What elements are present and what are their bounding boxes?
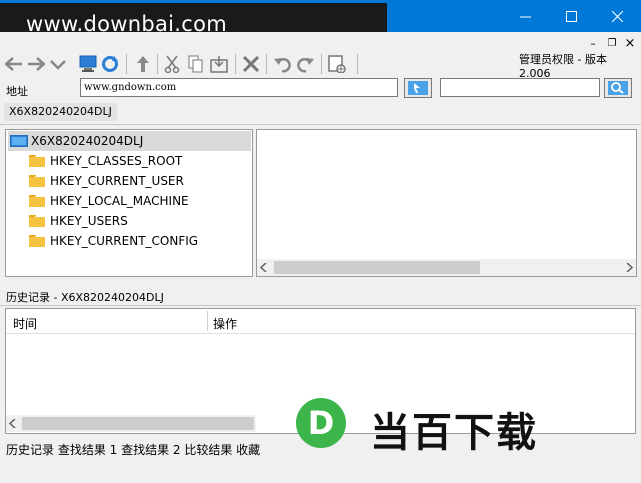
toolbar-separator bbox=[321, 54, 322, 74]
folder-icon bbox=[29, 235, 45, 247]
new-key-icon[interactable] bbox=[327, 54, 347, 74]
window-minimize-button[interactable] bbox=[502, 0, 548, 32]
dropdown-icon[interactable] bbox=[48, 54, 68, 74]
scroll-left-icon[interactable] bbox=[9, 419, 17, 428]
up-icon[interactable] bbox=[133, 54, 153, 74]
column-header-time[interactable]: 时间 bbox=[13, 315, 37, 332]
scroll-left-icon[interactable] bbox=[260, 263, 268, 272]
copy-icon[interactable] bbox=[186, 54, 206, 74]
window-maximize-button[interactable] bbox=[548, 0, 594, 32]
history-title: 历史记录 - X6X820240204DLJ bbox=[6, 291, 164, 304]
folder-icon bbox=[29, 195, 45, 207]
tree-item[interactable]: HKEY_CLASSES_ROOT bbox=[50, 154, 182, 168]
toolbar-separator bbox=[235, 54, 236, 74]
brand-d-icon: D bbox=[308, 404, 335, 442]
history-scrollbar-thumb[interactable] bbox=[22, 417, 254, 430]
breadcrumb[interactable]: X6X820240204DLJ bbox=[4, 103, 117, 121]
folder-icon bbox=[29, 215, 45, 227]
search-input[interactable] bbox=[440, 78, 600, 97]
toolbar-separator bbox=[126, 54, 127, 74]
admin-version-label: 管理员权限 - 版本 2.006 bbox=[519, 53, 607, 80]
tree-item[interactable]: HKEY_CURRENT_CONFIG bbox=[50, 234, 198, 248]
brand-logo: D bbox=[296, 398, 346, 448]
mdi-close-icon: × bbox=[624, 35, 636, 51]
import-icon[interactable] bbox=[209, 54, 229, 74]
tree-item[interactable]: HKEY_CURRENT_USER bbox=[50, 174, 184, 188]
column-header-action[interactable]: 操作 bbox=[213, 315, 237, 332]
values-pane[interactable] bbox=[256, 129, 637, 277]
address-label: 地址 bbox=[6, 85, 28, 98]
minimize-icon bbox=[519, 16, 531, 17]
svg-text:D: D bbox=[308, 404, 335, 442]
divider bbox=[0, 305, 641, 306]
history-header bbox=[6, 309, 635, 334]
brand-text: 当百下载 bbox=[370, 410, 538, 456]
cut-icon[interactable] bbox=[162, 54, 182, 74]
address-input[interactable]: www.gndown.com bbox=[80, 78, 398, 97]
undo-icon[interactable] bbox=[272, 54, 292, 74]
divider bbox=[0, 124, 641, 125]
back-icon[interactable] bbox=[4, 54, 24, 74]
scroll-right-icon[interactable] bbox=[625, 263, 633, 272]
toolbar-separator bbox=[357, 54, 358, 74]
close-icon bbox=[611, 10, 623, 22]
mdi-restore-button[interactable]: ❐ bbox=[605, 36, 619, 50]
folder-icon bbox=[29, 155, 45, 167]
search-button[interactable] bbox=[604, 78, 632, 98]
values-scrollbar-thumb[interactable] bbox=[274, 261, 480, 274]
toolbar-separator bbox=[157, 54, 158, 74]
tree-item[interactable]: HKEY_LOCAL_MACHINE bbox=[50, 194, 189, 208]
mdi-close-button[interactable]: × bbox=[623, 35, 637, 51]
tree-root-label: X6X820240204DLJ bbox=[31, 134, 144, 148]
maximize-icon bbox=[565, 10, 577, 22]
redo-icon[interactable] bbox=[296, 54, 316, 74]
mdi-minimize-icon: – bbox=[590, 36, 596, 50]
computer-icon[interactable] bbox=[78, 54, 98, 74]
folder-icon bbox=[29, 175, 45, 187]
search-icon bbox=[608, 81, 628, 95]
computer-icon bbox=[10, 135, 28, 147]
tree-item[interactable]: HKEY_USERS bbox=[50, 214, 128, 228]
go-button[interactable] bbox=[404, 78, 432, 98]
delete-icon[interactable] bbox=[241, 54, 261, 74]
mdi-minimize-button[interactable]: – bbox=[586, 36, 600, 50]
refresh-icon[interactable] bbox=[100, 54, 120, 74]
window-close-button[interactable] bbox=[594, 0, 640, 32]
forward-icon[interactable] bbox=[26, 54, 46, 74]
column-separator[interactable] bbox=[207, 311, 208, 331]
go-arrow-icon bbox=[408, 81, 428, 95]
mdi-restore-icon: ❐ bbox=[607, 37, 617, 49]
bottom-tabs[interactable]: 历史记录 查找结果 1 查找结果 2 比较结果 收藏 bbox=[6, 441, 260, 458]
toolbar-separator bbox=[266, 54, 267, 74]
